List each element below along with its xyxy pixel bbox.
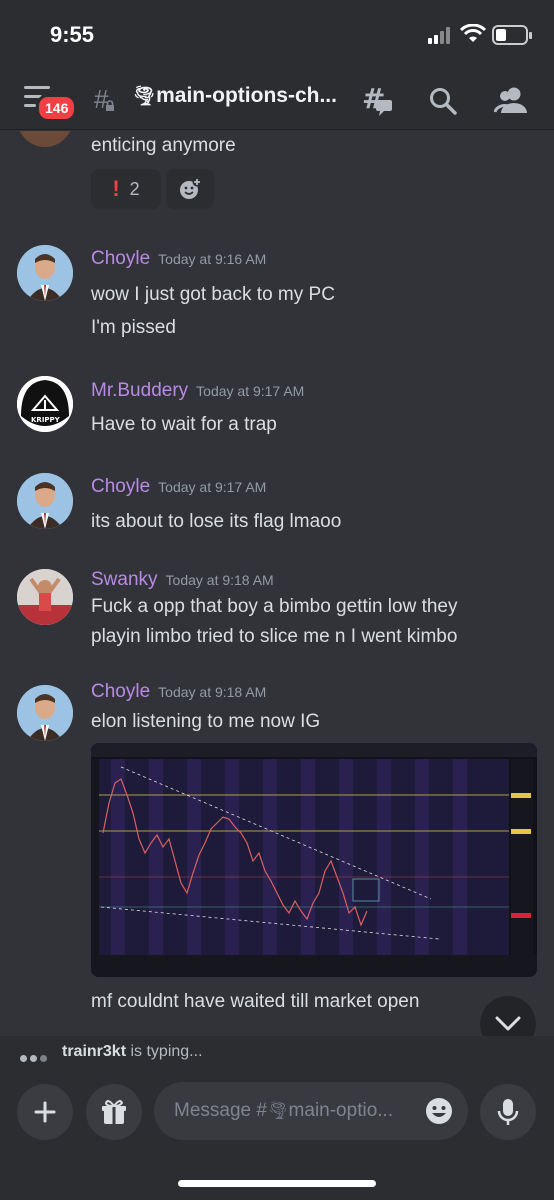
message-text: mf couldnt have waited till market open [91, 991, 420, 1012]
stock-chart-image [91, 743, 537, 977]
gift-icon [102, 1100, 126, 1124]
message-text: elon listening to me now IG [91, 711, 321, 732]
placeholder-prefix: Message # [174, 1100, 267, 1121]
tornado-icon: 🌪 [266, 1101, 289, 1120]
message-timestamp: Today at 9:17 AM [158, 479, 267, 495]
message-author[interactable]: Choyle Today at 9:16 AM [91, 248, 266, 270]
typing-indicator: trainr3kt is typing... [0, 1036, 554, 1070]
avatar-label: KRIPPY [31, 416, 61, 424]
message-author[interactable]: Choyle Today at 9:18 AM [91, 681, 266, 703]
members-icon[interactable] [494, 86, 528, 114]
message-input[interactable]: Message #🌪main-optio... [154, 1082, 468, 1140]
battery-icon [492, 25, 532, 45]
message-author[interactable]: Choyle Today at 9:17 AM [91, 476, 266, 498]
avatar-choyle[interactable] [17, 685, 73, 741]
add-reaction-button[interactable] [166, 169, 214, 209]
reaction-exclamation[interactable]: ! 2 [91, 169, 161, 209]
message-text: enticing anymore [91, 135, 236, 156]
message-composer: Message #🌪main-optio... [0, 1070, 554, 1200]
message-list[interactable]: enticing anymore ! 2 Choyle Today at 9:16… [0, 131, 554, 1036]
gift-button[interactable] [86, 1084, 142, 1140]
voice-message-button[interactable] [480, 1084, 536, 1140]
avatar-swanky[interactable] [17, 569, 73, 625]
status-bar: 9:55 [0, 0, 554, 68]
message-author[interactable]: Mr.Buddery Today at 9:17 AM [91, 380, 304, 402]
search-icon[interactable] [428, 86, 458, 116]
message-timestamp: Today at 9:16 AM [158, 251, 267, 267]
emoji-icon[interactable] [424, 1096, 454, 1126]
message-timestamp: Today at 9:18 AM [158, 684, 267, 700]
plus-icon [34, 1101, 56, 1123]
chart-screenshot-attachment[interactable] [91, 743, 537, 977]
avatar[interactable] [17, 131, 73, 147]
typing-user: trainr3kt [62, 1043, 127, 1060]
tornado-icon: 🌪 [132, 86, 157, 107]
message-text: Have to wait for a trap [91, 414, 277, 435]
message-text: its about to lose its flag lmaoo [91, 511, 342, 532]
channel-header: 146 # 🌪main-options-ch... # [0, 68, 554, 130]
message-text: I'm pissed [91, 317, 176, 338]
add-emoji-icon [180, 177, 202, 199]
chevron-down-icon [495, 1016, 521, 1031]
avatar-choyle[interactable] [17, 473, 73, 529]
avatar-mr-buddery[interactable]: KRIPPY [17, 376, 73, 432]
message-author[interactable]: Swanky Today at 9:18 AM [91, 569, 274, 591]
threads-icon[interactable]: # [360, 84, 394, 118]
home-indicator[interactable] [178, 1180, 376, 1187]
wifi-icon [460, 24, 486, 42]
lock-icon [106, 100, 114, 111]
typing-suffix: is typing... [130, 1043, 203, 1060]
placeholder-channel: main-optio... [288, 1100, 394, 1121]
channel-title[interactable]: 🌪main-options-ch... [132, 84, 337, 108]
cellular-signal-icon [428, 26, 454, 44]
typing-dots-icon [20, 1049, 50, 1067]
add-attachment-button[interactable] [17, 1084, 73, 1140]
status-time: 9:55 [50, 22, 95, 47]
message-text: wow I just got back to my PC [91, 284, 335, 305]
avatar-choyle[interactable] [17, 245, 73, 301]
message-timestamp: Today at 9:17 AM [196, 383, 305, 399]
message-text: playin limbo tried to slice me n I went … [91, 626, 458, 647]
unread-badge: 146 [36, 94, 78, 122]
exclamation-icon: ! [112, 176, 120, 201]
message-timestamp: Today at 9:18 AM [165, 572, 274, 588]
microphone-icon [497, 1099, 519, 1125]
message-text: Fuck a opp that boy a bimbo gettin low t… [91, 596, 458, 617]
